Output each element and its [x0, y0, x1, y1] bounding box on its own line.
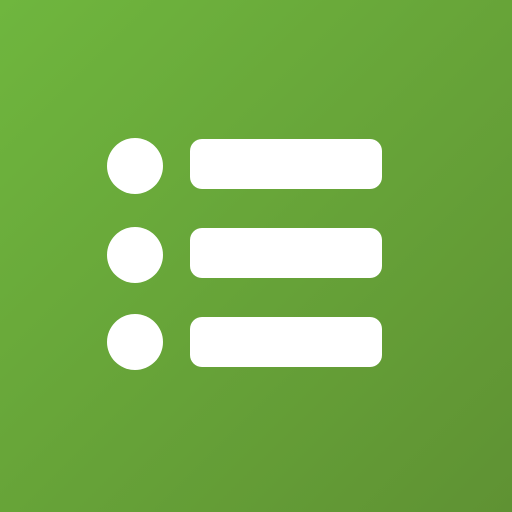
- list-line-icon: [190, 139, 382, 189]
- app-icon: [0, 0, 512, 512]
- list-line-icon: [190, 317, 382, 367]
- bullet-dot-icon: [107, 227, 163, 283]
- bullet-dot-icon: [107, 138, 163, 194]
- bullet-dot-icon: [107, 314, 163, 370]
- list-line-icon: [190, 228, 382, 278]
- list-icon: [0, 0, 512, 512]
